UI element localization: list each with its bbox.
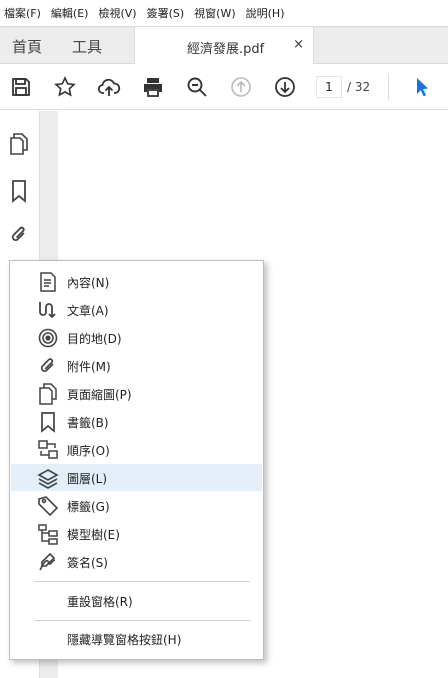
menu-item-label: 附件(M) <box>67 360 111 374</box>
menu-item-label: 簽名(S) <box>67 556 108 570</box>
menu-window[interactable]: 視窗(W) <box>194 5 235 21</box>
cloud-upload-icon[interactable] <box>97 75 121 99</box>
menu-item-order[interactable]: 順序(O) <box>11 436 262 463</box>
tab-document[interactable]: 經濟發展.pdf × <box>134 27 314 65</box>
attachment-icon[interactable] <box>8 223 30 247</box>
next-page-icon[interactable] <box>273 75 297 99</box>
menu-item-label: 標籤(G) <box>67 500 110 514</box>
print-icon[interactable] <box>141 75 165 99</box>
tab-bar: 首頁 工具 經濟發展.pdf × <box>0 26 448 65</box>
bookmark-icon[interactable] <box>8 179 30 203</box>
navigation-pane-context-menu: 內容(N) 文章(A) 目的地(D) 附件(M) 頁面縮圖(P) 書籤(B) 順… <box>9 260 264 660</box>
zoom-out-icon[interactable] <box>185 75 209 99</box>
page-thumbnails-icon <box>37 383 59 405</box>
tags-icon <box>37 495 59 517</box>
toolbar: 1 / 32 <box>0 64 448 110</box>
menu-item-attachments[interactable]: 附件(M) <box>11 352 262 379</box>
previous-page-icon[interactable] <box>229 75 253 99</box>
menu-item-reset-panes[interactable]: 重設窗格(R) <box>11 587 262 614</box>
page-thumbnails-icon[interactable] <box>8 132 30 156</box>
menu-item-tags[interactable]: 標籤(G) <box>11 492 262 519</box>
menu-item-label: 目的地(D) <box>67 332 122 346</box>
menu-item-content[interactable]: 內容(N) <box>11 268 262 295</box>
menu-help[interactable]: 說明(H) <box>246 5 285 21</box>
tab-tools[interactable]: 工具 <box>72 36 102 57</box>
menu-item-bookmarks[interactable]: 書籤(B) <box>11 408 262 435</box>
layers-icon <box>37 467 59 489</box>
select-cursor-icon[interactable] <box>410 75 434 99</box>
model-tree-icon <box>37 523 59 545</box>
menu-bar: 檔案(F) 編輯(E) 檢視(V) 簽署(S) 視窗(W) 說明(H) <box>0 0 448 26</box>
menu-divider <box>34 620 250 621</box>
tab-home[interactable]: 首頁 <box>12 36 42 57</box>
menu-item-label: 文章(A) <box>67 304 109 318</box>
bookmark-icon <box>37 411 59 433</box>
menu-edit[interactable]: 編輯(E) <box>51 5 89 21</box>
menu-item-label: 頁面縮圖(P) <box>67 388 132 402</box>
menu-file[interactable]: 檔案(F) <box>4 5 41 21</box>
menu-item-label: 順序(O) <box>67 444 110 458</box>
destination-icon <box>37 327 59 349</box>
signature-icon <box>37 551 59 573</box>
menu-item-article[interactable]: 文章(A) <box>11 296 262 323</box>
menu-item-label: 模型樹(E) <box>67 528 120 542</box>
toolbar-divider <box>388 74 389 100</box>
menu-item-label: 內容(N) <box>67 276 110 290</box>
save-icon[interactable] <box>9 75 33 99</box>
menu-item-model-tree[interactable]: 模型樹(E) <box>11 520 262 547</box>
menu-item-layers[interactable]: 圖層(L) <box>11 464 262 491</box>
menu-item-destination[interactable]: 目的地(D) <box>11 324 262 351</box>
menu-item-label: 隱藏導覽窗格按鈕(H) <box>67 633 182 647</box>
menu-item-signatures[interactable]: 簽名(S) <box>11 548 262 575</box>
menu-item-label: 書籤(B) <box>67 416 109 430</box>
document-tab-title: 經濟發展.pdf <box>187 42 265 57</box>
content-icon <box>37 271 59 293</box>
menu-view[interactable]: 檢視(V) <box>98 5 136 21</box>
menu-item-hide-nav-buttons[interactable]: 隱藏導覽窗格按鈕(H) <box>11 625 262 652</box>
order-icon <box>37 439 59 461</box>
attachment-icon <box>37 355 59 377</box>
article-icon <box>37 299 59 321</box>
star-icon[interactable] <box>53 75 77 99</box>
page-total: / 32 <box>347 80 371 94</box>
menu-sign[interactable]: 簽署(S) <box>147 5 185 21</box>
menu-item-label: 重設窗格(R) <box>67 595 133 609</box>
menu-item-page-thumbnails[interactable]: 頁面縮圖(P) <box>11 380 262 407</box>
close-tab-icon[interactable]: × <box>293 37 304 52</box>
menu-item-label: 圖層(L) <box>67 472 108 486</box>
menu-divider <box>34 581 250 582</box>
page-number-input[interactable]: 1 <box>316 76 342 98</box>
